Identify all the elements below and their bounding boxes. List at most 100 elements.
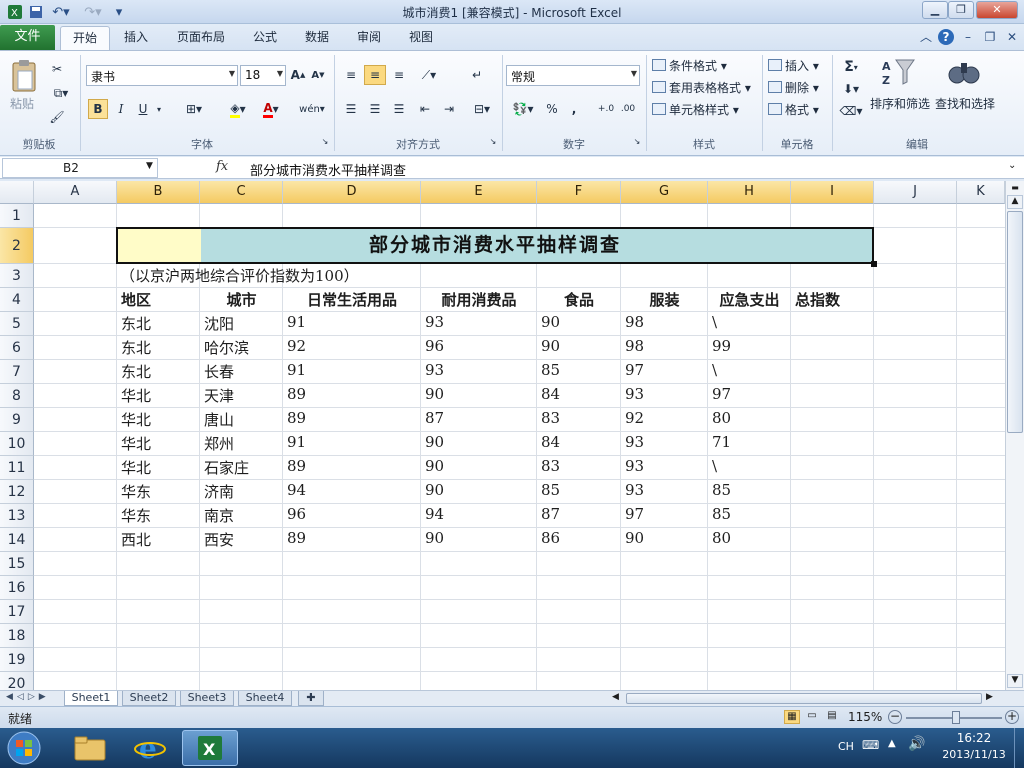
align-bottom-icon[interactable]: ≡ xyxy=(388,65,410,85)
cell-daily-goods[interactable]: 89 xyxy=(287,457,306,475)
worksheet-grid[interactable]: A B C D E F G H I J K 1 2 3 4 5 6 7 8 9 … xyxy=(0,181,1005,690)
tab-file[interactable]: 文件 xyxy=(0,25,55,50)
fill-color-icon[interactable]: ◈ ▾ xyxy=(222,99,254,119)
cell-emergency[interactable]: 97 xyxy=(712,385,731,403)
cut-icon[interactable]: ✂ xyxy=(46,59,68,79)
volume-icon[interactable]: 🔊 xyxy=(908,736,925,752)
number-format-select[interactable]: 常规 ▼ xyxy=(506,65,640,86)
sheet-tab-4[interactable]: Sheet4 xyxy=(238,691,292,706)
find-select-label[interactable]: 查找和选择 xyxy=(935,95,995,112)
cell-food[interactable]: 90 xyxy=(541,337,560,355)
cell-region[interactable]: 华北 xyxy=(121,457,151,478)
merge-center-icon[interactable]: ⊟▾ xyxy=(466,99,498,119)
autosum-button[interactable]: Σ ▾ xyxy=(838,57,864,77)
cell-daily-goods[interactable]: 92 xyxy=(287,337,306,355)
help-icon[interactable]: ? xyxy=(938,29,954,45)
scroll-up-icon[interactable]: ▲ xyxy=(1007,195,1023,209)
internet-explorer-icon[interactable]: e xyxy=(122,730,178,766)
cell-emergency[interactable]: 85 xyxy=(712,481,731,499)
doc-minimize-icon[interactable]: – xyxy=(960,29,976,45)
cell-clothing[interactable]: 93 xyxy=(625,481,644,499)
cell-city[interactable]: 哈尔滨 xyxy=(204,337,249,358)
find-select-icon[interactable] xyxy=(944,55,984,89)
col-header-c[interactable]: C xyxy=(200,181,283,204)
insert-cells-button[interactable]: 插入 ▾ xyxy=(768,57,819,74)
font-name-select[interactable]: 隶书 ▼ xyxy=(86,65,238,86)
cell-city[interactable]: 石家庄 xyxy=(204,457,249,478)
cell-city[interactable]: 郑州 xyxy=(204,433,234,454)
col-header-h[interactable]: H xyxy=(708,181,791,204)
close-button[interactable]: ✕ xyxy=(976,1,1018,19)
font-launcher-icon[interactable]: ↘ xyxy=(320,135,330,147)
font-color-icon[interactable]: A ▾ xyxy=(256,99,286,119)
tab-data[interactable]: 数据 xyxy=(296,26,338,50)
align-right-icon[interactable]: ☰ xyxy=(388,99,410,119)
maximize-button[interactable]: ❐ xyxy=(948,1,974,19)
borders-icon[interactable]: ⊞▾ xyxy=(178,99,210,119)
vertical-scroll-thumb[interactable] xyxy=(1007,211,1023,433)
row-header-5[interactable]: 5 xyxy=(0,312,34,336)
cell-emergency[interactable]: \ xyxy=(712,313,717,331)
cell-daily-goods[interactable]: 89 xyxy=(287,529,306,547)
cell-clothing[interactable]: 92 xyxy=(625,409,644,427)
cell-region[interactable]: 华北 xyxy=(121,433,151,454)
cell-durables[interactable]: 90 xyxy=(425,457,444,475)
number-launcher-icon[interactable]: ↘ xyxy=(632,135,642,147)
row-header-1[interactable]: 1 xyxy=(0,204,34,228)
orientation-icon[interactable]: ⟋▾ xyxy=(414,65,444,85)
cell-city[interactable]: 天津 xyxy=(204,385,234,406)
cell-durables[interactable]: 90 xyxy=(425,433,444,451)
cell-emergency[interactable]: 80 xyxy=(712,529,731,547)
row-header-4[interactable]: 4 xyxy=(0,288,34,312)
phonetic-icon[interactable]: wén▾ xyxy=(296,99,328,119)
sheet-tab-2[interactable]: Sheet2 xyxy=(122,691,176,706)
wrap-text-icon[interactable]: ↵ xyxy=(466,65,488,85)
col-header-b[interactable]: B xyxy=(117,181,200,204)
fill-icon[interactable]: ⬇▾ xyxy=(838,79,864,99)
cell-clothing[interactable]: 97 xyxy=(625,361,644,379)
align-center-icon[interactable]: ☰ xyxy=(364,99,386,119)
sort-filter-icon[interactable]: AZ xyxy=(878,55,918,89)
formula-input[interactable]: 部分城市消费水平抽样调查 xyxy=(250,160,406,179)
col-header-d[interactable]: D xyxy=(283,181,421,204)
row-header-20[interactable]: 20 xyxy=(0,672,34,690)
decrease-decimal-icon[interactable]: .00 xyxy=(618,99,638,119)
cell-city[interactable]: 西安 xyxy=(204,529,234,550)
increase-decimal-icon[interactable]: +.0 xyxy=(596,99,616,119)
cell-food[interactable]: 84 xyxy=(541,385,560,403)
horizontal-scroll-thumb[interactable] xyxy=(626,693,982,704)
cell-food[interactable]: 85 xyxy=(541,361,560,379)
clock-time[interactable]: 16:22 xyxy=(938,731,1010,745)
scroll-down-icon[interactable]: ▼ xyxy=(1007,674,1023,688)
cell-daily-goods[interactable]: 89 xyxy=(287,385,306,403)
cell-emergency[interactable]: 85 xyxy=(712,505,731,523)
page-layout-view-icon[interactable]: ▭ xyxy=(804,710,820,724)
cell-clothing[interactable]: 98 xyxy=(625,337,644,355)
cell-region[interactable]: 华北 xyxy=(121,409,151,430)
cell-food[interactable]: 87 xyxy=(541,505,560,523)
cell-durables[interactable]: 94 xyxy=(425,505,444,523)
cell-city[interactable]: 南京 xyxy=(204,505,234,526)
comma-button[interactable]: , xyxy=(566,99,582,119)
doc-restore-icon[interactable]: ❐ xyxy=(982,29,998,45)
cell-daily-goods[interactable]: 94 xyxy=(287,481,306,499)
normal-view-icon[interactable]: ▦ xyxy=(784,710,800,724)
cell-durables[interactable]: 87 xyxy=(425,409,444,427)
row-header-9[interactable]: 9 xyxy=(0,408,34,432)
col-header-i[interactable]: I xyxy=(791,181,874,204)
cell-daily-goods[interactable]: 91 xyxy=(287,433,306,451)
fill-handle[interactable] xyxy=(871,261,877,267)
cell-city[interactable]: 长春 xyxy=(204,361,234,382)
hscroll-right-icon[interactable]: ▶ xyxy=(986,692,993,702)
cell-daily-goods[interactable]: 91 xyxy=(287,313,306,331)
input-language[interactable]: CH xyxy=(838,740,854,753)
cell-clothing[interactable]: 97 xyxy=(625,505,644,523)
format-painter-icon[interactable]: 🖌 xyxy=(46,107,68,127)
row-header-18[interactable]: 18 xyxy=(0,624,34,648)
cell-durables[interactable]: 90 xyxy=(425,529,444,547)
split-box-icon[interactable]: ▬ xyxy=(1008,183,1022,192)
tab-view[interactable]: 视图 xyxy=(400,26,442,50)
col-header-a[interactable]: A xyxy=(34,181,117,204)
conditional-format-button[interactable]: 条件格式 ▾ xyxy=(652,57,727,74)
col-header-g[interactable]: G xyxy=(621,181,708,204)
